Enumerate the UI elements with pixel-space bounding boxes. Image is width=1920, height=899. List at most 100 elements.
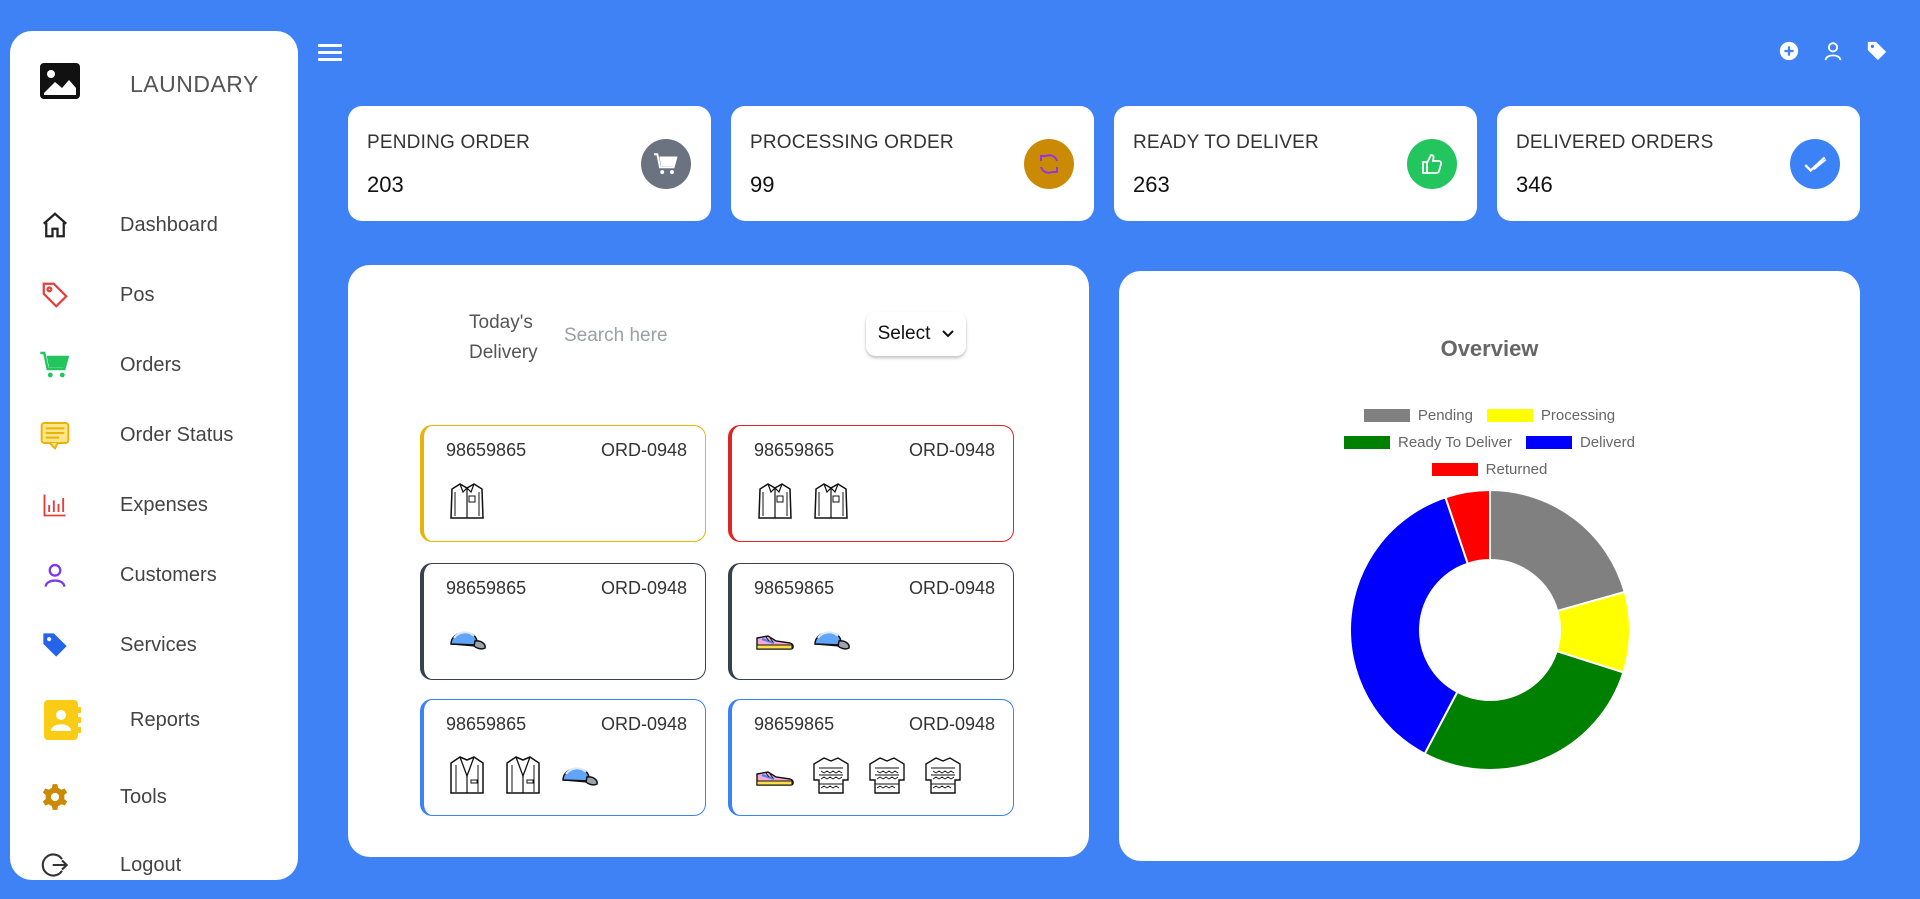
donut-slice-pending[interactable] [1489, 488, 1626, 613]
order-phone: 98659865 [446, 578, 527, 598]
todays-delivery-panel: Today's Delivery Select 98659865 ORD-0948… [348, 265, 1089, 857]
stat-card-pending[interactable]: PENDING ORDER 203 [348, 106, 711, 221]
stat-title: READY TO DELIVER [1133, 132, 1319, 153]
contact-book-icon [42, 699, 82, 741]
sidebar-item-label: Dashboard [120, 213, 218, 236]
user-icon [38, 558, 72, 592]
stat-title: PROCESSING ORDER [750, 132, 954, 153]
jacket-icon [446, 754, 488, 796]
home-icon [38, 208, 72, 242]
order-phone: 98659865 [446, 714, 527, 734]
todays-delivery-label: Today's Delivery [469, 312, 538, 363]
order-items [754, 618, 852, 660]
order-items [446, 754, 600, 796]
brand-title: LAUNDARY [130, 71, 259, 97]
order-id: ORD-0948 [600, 714, 687, 734]
stat-value: 99 [750, 172, 775, 197]
stat-value: 346 [1516, 172, 1553, 197]
cart-icon [641, 139, 691, 189]
bar-chart-icon [38, 488, 72, 522]
donut-slice-ready-to-deliver[interactable] [1423, 649, 1625, 771]
stat-card-ready[interactable]: READY TO DELIVER 263 [1114, 106, 1477, 221]
overview-panel: Overview Pending Processing Ready To Del… [1119, 271, 1860, 861]
jacket-icon [502, 754, 544, 796]
order-card[interactable]: 98659865 ORD-0948 [420, 425, 706, 542]
order-card[interactable]: 98659865 ORD-0948 [728, 425, 1014, 542]
sidebar-item-label: Order Status [120, 423, 234, 446]
shirt-icon [446, 480, 488, 522]
image-icon [40, 63, 80, 99]
cap-icon [810, 618, 852, 660]
order-id: ORD-0948 [600, 578, 687, 598]
sidebar-item-logout[interactable]: Logout [10, 837, 298, 893]
user-icon[interactable] [1822, 40, 1844, 62]
refresh-icon [1024, 139, 1074, 189]
stat-value: 203 [367, 172, 404, 197]
chart-legend-row: Ready To Deliver Deliverd [1119, 434, 1860, 451]
sidebar-item-services[interactable]: Services [10, 617, 298, 673]
sidebar-item-orders[interactable]: Orders [10, 337, 298, 393]
order-id: ORD-0948 [908, 578, 995, 598]
order-phone: 98659865 [754, 714, 835, 734]
brand [38, 61, 82, 101]
filter-select[interactable]: Select [866, 312, 966, 356]
order-items [754, 480, 852, 522]
sidebar-item-dashboard[interactable]: Dashboard [10, 197, 298, 253]
sidebar-item-pos[interactable]: Pos [10, 267, 298, 323]
logout-icon [38, 848, 72, 882]
order-card[interactable]: 98659865 ORD-0948 [420, 563, 706, 680]
sidebar-item-label: Reports [130, 708, 201, 731]
donut-chart [1349, 488, 1631, 771]
gear-icon [38, 780, 72, 814]
legend-item-ready: Ready To Deliver [1344, 434, 1512, 451]
cart-icon [38, 348, 72, 382]
order-items [446, 618, 488, 660]
shoe-icon [754, 618, 796, 660]
shirt-icon [754, 480, 796, 522]
sidebar-item-tools[interactable]: Tools [10, 769, 298, 825]
stat-value: 263 [1133, 172, 1170, 197]
sidebar-item-order-status[interactable]: Order Status [10, 407, 298, 463]
cap-icon [558, 754, 600, 796]
sidebar: LAUNDARY Dashboard Pos Orders Order Stat… [10, 31, 298, 880]
sidebar-item-label: Expenses [120, 493, 208, 516]
stat-title: PENDING ORDER [367, 132, 531, 153]
sidebar-item-label: Pos [120, 283, 155, 306]
thumbs-up-icon [1407, 139, 1457, 189]
cap-icon [446, 618, 488, 660]
chevron-down-icon [942, 330, 955, 338]
order-items [754, 754, 964, 796]
sidebar-item-expenses[interactable]: Expenses [10, 477, 298, 533]
sidebar-item-label: Tools [120, 785, 167, 808]
chart-legend-row: Returned [1119, 461, 1860, 478]
menu-icon[interactable] [318, 43, 342, 63]
stat-card-processing[interactable]: PROCESSING ORDER 99 [731, 106, 1094, 221]
plus-circle-icon[interactable] [1778, 40, 1800, 62]
legend-item-returned: Returned [1431, 461, 1547, 478]
order-items [446, 480, 488, 522]
stat-card-delivered[interactable]: DELIVERED ORDERS 346 [1497, 106, 1860, 221]
order-card[interactable]: 98659865 ORD-0948 [728, 563, 1014, 680]
tag-icon[interactable] [1866, 40, 1888, 62]
sidebar-item-label: Services [120, 633, 197, 656]
sidebar-item-reports[interactable]: Reports [10, 692, 298, 748]
order-id: ORD-0948 [600, 440, 687, 460]
chart-title: Overview [1440, 336, 1539, 361]
order-phone: 98659865 [754, 440, 835, 460]
sidebar-item-label: Customers [120, 563, 217, 586]
list-icon [38, 418, 72, 452]
order-phone: 98659865 [446, 440, 527, 460]
search-input[interactable] [564, 320, 824, 352]
shoe-icon [754, 754, 796, 796]
sidebar-item-label: Orders [120, 353, 182, 376]
order-card[interactable]: 98659865 ORD-0948 [728, 699, 1014, 816]
stat-title: DELIVERED ORDERS [1516, 132, 1714, 153]
shirt-icon [810, 480, 852, 522]
sidebar-item-customers[interactable]: Customers [10, 547, 298, 603]
sidebar-item-label: Logout [120, 853, 182, 876]
order-card[interactable]: 98659865 ORD-0948 [420, 699, 706, 816]
sweater-icon [810, 754, 852, 796]
tag-filled-icon [38, 628, 72, 662]
select-label: Select [877, 323, 931, 344]
tag-icon [38, 278, 72, 312]
